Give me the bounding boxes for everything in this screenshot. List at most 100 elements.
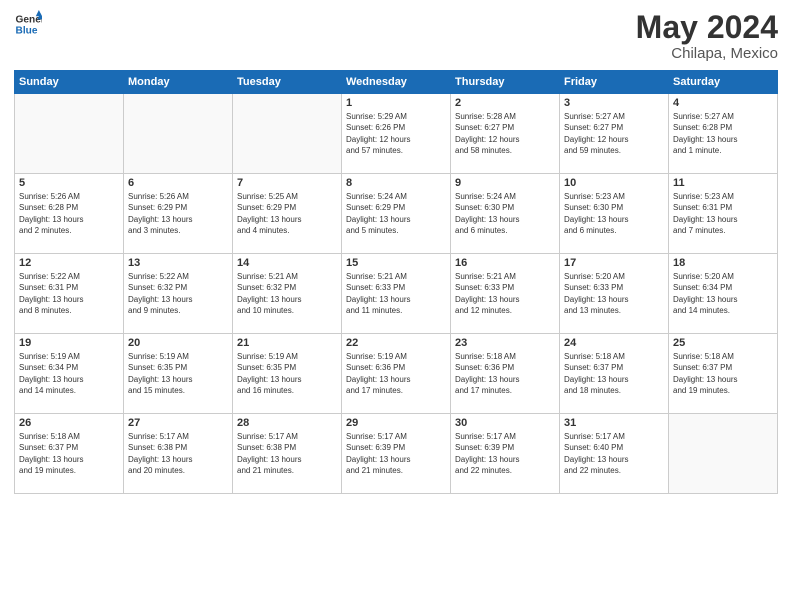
day-cell: 31 Sunrise: 5:17 AMSunset: 6:40 PMDayligh… — [560, 414, 669, 494]
day-info: Sunrise: 5:22 AMSunset: 6:32 PMDaylight:… — [128, 271, 228, 316]
day-number: 5 — [19, 177, 119, 189]
day-cell: 9 Sunrise: 5:24 AMSunset: 6:30 PMDaylight… — [451, 174, 560, 254]
day-cell — [124, 94, 233, 174]
day-number: 9 — [455, 177, 555, 189]
day-cell: 13 Sunrise: 5:22 AMSunset: 6:32 PMDayligh… — [124, 254, 233, 334]
day-number: 18 — [673, 257, 773, 269]
day-number: 14 — [237, 257, 337, 269]
day-number: 13 — [128, 257, 228, 269]
day-cell: 24 Sunrise: 5:18 AMSunset: 6:37 PMDayligh… — [560, 334, 669, 414]
header-row: Sunday Monday Tuesday Wednesday Thursday… — [15, 71, 778, 94]
header-thursday: Thursday — [451, 71, 560, 94]
day-info: Sunrise: 5:23 AMSunset: 6:30 PMDaylight:… — [564, 191, 664, 236]
day-number: 27 — [128, 417, 228, 429]
day-info: Sunrise: 5:27 AMSunset: 6:28 PMDaylight:… — [673, 111, 773, 156]
day-number: 11 — [673, 177, 773, 189]
day-info: Sunrise: 5:25 AMSunset: 6:29 PMDaylight:… — [237, 191, 337, 236]
day-cell: 2Sunrise: 5:28 AMSunset: 6:27 PMDaylight… — [451, 94, 560, 174]
header-tuesday: Tuesday — [233, 71, 342, 94]
day-info: Sunrise: 5:21 AMSunset: 6:32 PMDaylight:… — [237, 271, 337, 316]
day-number: 22 — [346, 337, 446, 349]
day-cell: 19 Sunrise: 5:19 AMSunset: 6:34 PMDayligh… — [15, 334, 124, 414]
day-cell: 11Sunrise: 5:23 AMSunset: 6:31 PMDayligh… — [669, 174, 778, 254]
day-number: 2 — [455, 97, 555, 109]
day-number: 31 — [564, 417, 664, 429]
day-info: Sunrise: 5:19 AMSunset: 6:34 PMDaylight:… — [19, 351, 119, 396]
title-block: May 2024 Chilapa, Mexico — [636, 10, 778, 62]
day-info: Sunrise: 5:27 AMSunset: 6:27 PMDaylight:… — [564, 111, 664, 156]
day-cell: 23Sunrise: 5:18 AMSunset: 6:36 PMDayligh… — [451, 334, 560, 414]
day-number: 10 — [564, 177, 664, 189]
day-cell: 7Sunrise: 5:25 AMSunset: 6:29 PMDaylight… — [233, 174, 342, 254]
day-info: Sunrise: 5:19 AMSunset: 6:35 PMDaylight:… — [237, 351, 337, 396]
day-info: Sunrise: 5:18 AMSunset: 6:37 PMDaylight:… — [564, 351, 664, 396]
day-number: 21 — [237, 337, 337, 349]
header-friday: Friday — [560, 71, 669, 94]
day-info: Sunrise: 5:17 AMSunset: 6:38 PMDaylight:… — [237, 431, 337, 476]
day-info: Sunrise: 5:22 AMSunset: 6:31 PMDaylight:… — [19, 271, 119, 316]
location-title: Chilapa, Mexico — [636, 45, 778, 62]
day-number: 15 — [346, 257, 446, 269]
day-number: 26 — [19, 417, 119, 429]
week-row-3: 19 Sunrise: 5:19 AMSunset: 6:34 PMDayligh… — [15, 334, 778, 414]
day-cell: 1 Sunrise: 5:29 AMSunset: 6:26 PMDaylight… — [342, 94, 451, 174]
day-info: Sunrise: 5:18 AMSunset: 6:37 PMDaylight:… — [19, 431, 119, 476]
day-info: Sunrise: 5:19 AMSunset: 6:35 PMDaylight:… — [128, 351, 228, 396]
day-cell: 29 Sunrise: 5:17 AMSunset: 6:39 PMDayligh… — [342, 414, 451, 494]
day-cell: 26 Sunrise: 5:18 AMSunset: 6:37 PMDayligh… — [15, 414, 124, 494]
day-cell: 5 Sunrise: 5:26 AMSunset: 6:28 PMDaylight… — [15, 174, 124, 254]
svg-text:Blue: Blue — [16, 25, 38, 36]
week-row-2: 12 Sunrise: 5:22 AMSunset: 6:31 PMDayligh… — [15, 254, 778, 334]
day-info: Sunrise: 5:17 AMSunset: 6:39 PMDaylight:… — [455, 431, 555, 476]
day-info: Sunrise: 5:17 AMSunset: 6:38 PMDaylight:… — [128, 431, 228, 476]
day-number: 30 — [455, 417, 555, 429]
day-cell: 21 Sunrise: 5:19 AMSunset: 6:35 PMDayligh… — [233, 334, 342, 414]
day-cell: 12 Sunrise: 5:22 AMSunset: 6:31 PMDayligh… — [15, 254, 124, 334]
day-info: Sunrise: 5:20 AMSunset: 6:34 PMDaylight:… — [673, 271, 773, 316]
day-cell: 18 Sunrise: 5:20 AMSunset: 6:34 PMDayligh… — [669, 254, 778, 334]
header-sunday: Sunday — [15, 71, 124, 94]
day-info: Sunrise: 5:26 AMSunset: 6:28 PMDaylight:… — [19, 191, 119, 236]
day-number: 24 — [564, 337, 664, 349]
day-number: 25 — [673, 337, 773, 349]
day-number: 8 — [346, 177, 446, 189]
day-number: 3 — [564, 97, 664, 109]
day-info: Sunrise: 5:18 AMSunset: 6:36 PMDaylight:… — [455, 351, 555, 396]
day-info: Sunrise: 5:24 AMSunset: 6:30 PMDaylight:… — [455, 191, 555, 236]
day-cell — [15, 94, 124, 174]
day-info: Sunrise: 5:17 AMSunset: 6:39 PMDaylight:… — [346, 431, 446, 476]
day-cell: 10 Sunrise: 5:23 AMSunset: 6:30 PMDayligh… — [560, 174, 669, 254]
day-number: 17 — [564, 257, 664, 269]
logo: General Blue — [14, 10, 42, 38]
day-number: 1 — [346, 97, 446, 109]
day-number: 20 — [128, 337, 228, 349]
day-cell: 4 Sunrise: 5:27 AMSunset: 6:28 PMDaylight… — [669, 94, 778, 174]
day-number: 28 — [237, 417, 337, 429]
day-number: 4 — [673, 97, 773, 109]
day-info: Sunrise: 5:29 AMSunset: 6:26 PMDaylight:… — [346, 111, 446, 156]
week-row-0: 1 Sunrise: 5:29 AMSunset: 6:26 PMDaylight… — [15, 94, 778, 174]
week-row-1: 5 Sunrise: 5:26 AMSunset: 6:28 PMDaylight… — [15, 174, 778, 254]
day-number: 29 — [346, 417, 446, 429]
day-number: 12 — [19, 257, 119, 269]
day-info: Sunrise: 5:17 AMSunset: 6:40 PMDaylight:… — [564, 431, 664, 476]
month-title: May 2024 — [636, 10, 778, 45]
calendar-table: Sunday Monday Tuesday Wednesday Thursday… — [14, 70, 778, 494]
day-number: 6 — [128, 177, 228, 189]
day-info: Sunrise: 5:21 AMSunset: 6:33 PMDaylight:… — [346, 271, 446, 316]
day-cell: 30 Sunrise: 5:17 AMSunset: 6:39 PMDayligh… — [451, 414, 560, 494]
day-info: Sunrise: 5:20 AMSunset: 6:33 PMDaylight:… — [564, 271, 664, 316]
day-cell: 3 Sunrise: 5:27 AMSunset: 6:27 PMDaylight… — [560, 94, 669, 174]
day-cell: 8Sunrise: 5:24 AMSunset: 6:29 PMDaylight… — [342, 174, 451, 254]
day-info: Sunrise: 5:19 AMSunset: 6:36 PMDaylight:… — [346, 351, 446, 396]
day-cell — [669, 414, 778, 494]
day-cell — [233, 94, 342, 174]
day-cell: 14 Sunrise: 5:21 AMSunset: 6:32 PMDayligh… — [233, 254, 342, 334]
day-cell: 27 Sunrise: 5:17 AMSunset: 6:38 PMDayligh… — [124, 414, 233, 494]
day-number: 19 — [19, 337, 119, 349]
day-info: Sunrise: 5:26 AMSunset: 6:29 PMDaylight:… — [128, 191, 228, 236]
day-cell: 16Sunrise: 5:21 AMSunset: 6:33 PMDayligh… — [451, 254, 560, 334]
day-cell: 28 Sunrise: 5:17 AMSunset: 6:38 PMDayligh… — [233, 414, 342, 494]
day-cell: 15 Sunrise: 5:21 AMSunset: 6:33 PMDayligh… — [342, 254, 451, 334]
header: General Blue May 2024 Chilapa, Mexico — [14, 10, 778, 62]
